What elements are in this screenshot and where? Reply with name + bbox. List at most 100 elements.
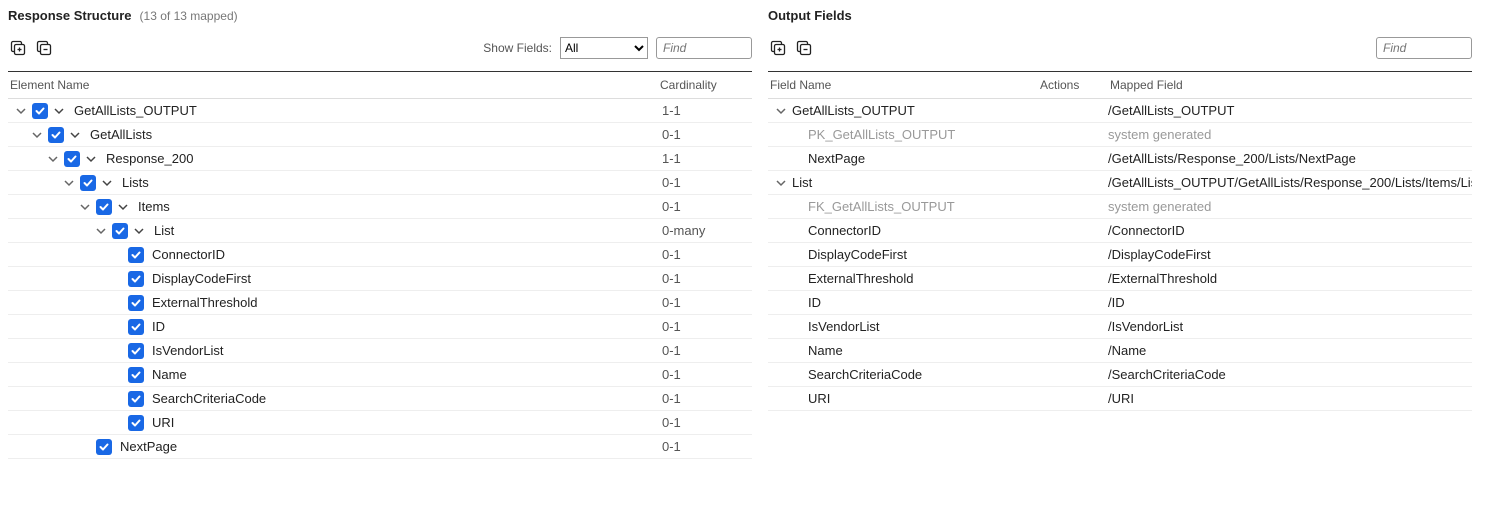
output-row[interactable]: PK_GetAllLists_OUTPUTsystem generated [768, 123, 1472, 147]
output-row[interactable]: GetAllLists_OUTPUT/GetAllLists_OUTPUT [768, 99, 1472, 123]
checkbox[interactable] [128, 391, 144, 407]
expand-all-icon[interactable] [8, 38, 28, 58]
field-name-label: SearchCriteriaCode [808, 367, 922, 382]
col-actions: Actions [1040, 78, 1110, 92]
checkbox[interactable] [128, 295, 144, 311]
chevron-down-icon[interactable] [14, 106, 28, 116]
response-structure-tree: GetAllLists_OUTPUT1-1GetAllLists0-1Respo… [8, 99, 752, 459]
checkbox[interactable] [128, 247, 144, 263]
tree-row[interactable]: List 0-many [8, 219, 752, 243]
checkbox[interactable] [96, 439, 112, 455]
checkbox[interactable] [64, 151, 80, 167]
checkbox[interactable] [96, 199, 112, 215]
chevron-down-icon[interactable] [68, 130, 82, 140]
output-row[interactable]: ID/ID [768, 291, 1472, 315]
cardinality-value: 0-many [662, 223, 752, 238]
field-name-label: Name [808, 343, 843, 358]
tree-row[interactable]: ConnectorID0-1 [8, 243, 752, 267]
output-row[interactable]: ConnectorID/ConnectorID [768, 219, 1472, 243]
output-row[interactable]: URI/URI [768, 387, 1472, 411]
tree-row[interactable]: SearchCriteriaCode0-1 [8, 387, 752, 411]
tree-row[interactable]: Name 0-1 [8, 363, 752, 387]
checkbox[interactable] [48, 127, 64, 143]
cardinality-value: 0-1 [662, 295, 752, 310]
output-row[interactable]: Name/Name [768, 339, 1472, 363]
tree-row[interactable]: Response_2001-1 [8, 147, 752, 171]
cardinality-value: 1-1 [662, 151, 752, 166]
tree-row[interactable]: GetAllLists_OUTPUT1-1 [8, 99, 752, 123]
mapped-field-value: /SearchCriteriaCode [1108, 367, 1472, 382]
tree-row[interactable]: URI0-1 [8, 411, 752, 435]
output-fields-list: GetAllLists_OUTPUT/GetAllLists_OUTPUTPK_… [768, 99, 1472, 411]
output-row[interactable]: SearchCriteriaCode/SearchCriteriaCode [768, 363, 1472, 387]
checkbox[interactable] [128, 367, 144, 383]
chevron-down-icon[interactable] [52, 106, 66, 116]
tree-node-label: List [150, 223, 174, 238]
mapped-field-value: /ExternalThreshold [1108, 271, 1472, 286]
tree-row[interactable]: IsVendorList0-1 [8, 339, 752, 363]
chevron-down-icon[interactable] [46, 154, 60, 164]
chevron-down-icon[interactable] [84, 154, 98, 164]
response-structure-toolbar: Show Fields: All [8, 29, 752, 72]
chevron-down-icon[interactable] [116, 202, 130, 212]
mapped-field-value: system generated [1108, 199, 1472, 214]
expand-all-icon[interactable] [768, 38, 788, 58]
chevron-down-icon[interactable] [94, 226, 108, 236]
response-structure-panel: Response Structure (13 of 13 mapped) Sho… [0, 0, 760, 467]
tree-row[interactable]: NextPage0-1 [8, 435, 752, 459]
tree-node-label: ID [148, 319, 165, 334]
field-name-label: FK_GetAllLists_OUTPUT [808, 199, 955, 214]
checkbox[interactable] [128, 271, 144, 287]
checkbox[interactable] [128, 415, 144, 431]
tree-node-label: Items [134, 199, 170, 214]
tree-row[interactable]: Lists0-1 [8, 171, 752, 195]
tree-node-label: GetAllLists [86, 127, 152, 142]
tree-row[interactable]: ID 0-1 [8, 315, 752, 339]
tree-node-label: ExternalThreshold [148, 295, 258, 310]
field-name-label: ConnectorID [808, 223, 881, 238]
checkbox[interactable] [112, 223, 128, 239]
chevron-down-icon[interactable] [774, 106, 788, 116]
output-row[interactable]: ExternalThreshold/ExternalThreshold [768, 267, 1472, 291]
collapse-all-icon[interactable] [794, 38, 814, 58]
output-row[interactable]: IsVendorList/IsVendorList [768, 315, 1472, 339]
col-field-name: Field Name [770, 78, 1040, 92]
chevron-down-icon[interactable] [30, 130, 44, 140]
tree-node-label: ConnectorID [148, 247, 225, 262]
output-row[interactable]: List/GetAllLists_OUTPUT/GetAllLists/Resp… [768, 171, 1472, 195]
checkbox[interactable] [80, 175, 96, 191]
mapped-field-value: /GetAllLists/Response_200/Lists/NextPage [1108, 151, 1472, 166]
field-name-label: PK_GetAllLists_OUTPUT [808, 127, 955, 142]
tree-row[interactable]: ExternalThreshold 0-1 [8, 291, 752, 315]
tree-node-label: GetAllLists_OUTPUT [70, 103, 197, 118]
chevron-down-icon[interactable] [100, 178, 114, 188]
checkbox[interactable] [32, 103, 48, 119]
output-row[interactable]: DisplayCodeFirst/DisplayCodeFirst [768, 243, 1472, 267]
chevron-down-icon[interactable] [62, 178, 76, 188]
find-input-left[interactable] [656, 37, 752, 59]
tree-row[interactable]: GetAllLists0-1 [8, 123, 752, 147]
field-name-label: GetAllLists_OUTPUT [792, 103, 915, 118]
cardinality-value: 0-1 [662, 367, 752, 382]
checkbox[interactable] [128, 343, 144, 359]
col-mapped-field: Mapped Field [1110, 78, 1470, 92]
find-input-right[interactable] [1376, 37, 1472, 59]
show-fields-select[interactable]: All [560, 37, 648, 59]
checkbox[interactable] [128, 319, 144, 335]
output-row[interactable]: FK_GetAllLists_OUTPUT system generated [768, 195, 1472, 219]
chevron-down-icon[interactable] [132, 226, 146, 236]
output-fields-panel: Output Fields Field Name Actions Mapped … [760, 0, 1480, 467]
mapped-field-value: /GetAllLists_OUTPUT/GetAllLists/Response… [1108, 175, 1472, 190]
col-cardinality: Cardinality [660, 78, 750, 92]
cardinality-value: 0-1 [662, 319, 752, 334]
chevron-down-icon[interactable] [78, 202, 92, 212]
response-structure-header-row: Element Name Cardinality [8, 72, 752, 99]
tree-row[interactable]: DisplayCodeFirst0-1 [8, 267, 752, 291]
tree-node-label: Name [148, 367, 187, 382]
tree-node-label: Lists [118, 175, 149, 190]
output-row[interactable]: NextPage/GetAllLists/Response_200/Lists/… [768, 147, 1472, 171]
chevron-down-icon[interactable] [774, 178, 788, 188]
col-element-name: Element Name [10, 78, 660, 92]
tree-row[interactable]: Items0-1 [8, 195, 752, 219]
collapse-all-icon[interactable] [34, 38, 54, 58]
